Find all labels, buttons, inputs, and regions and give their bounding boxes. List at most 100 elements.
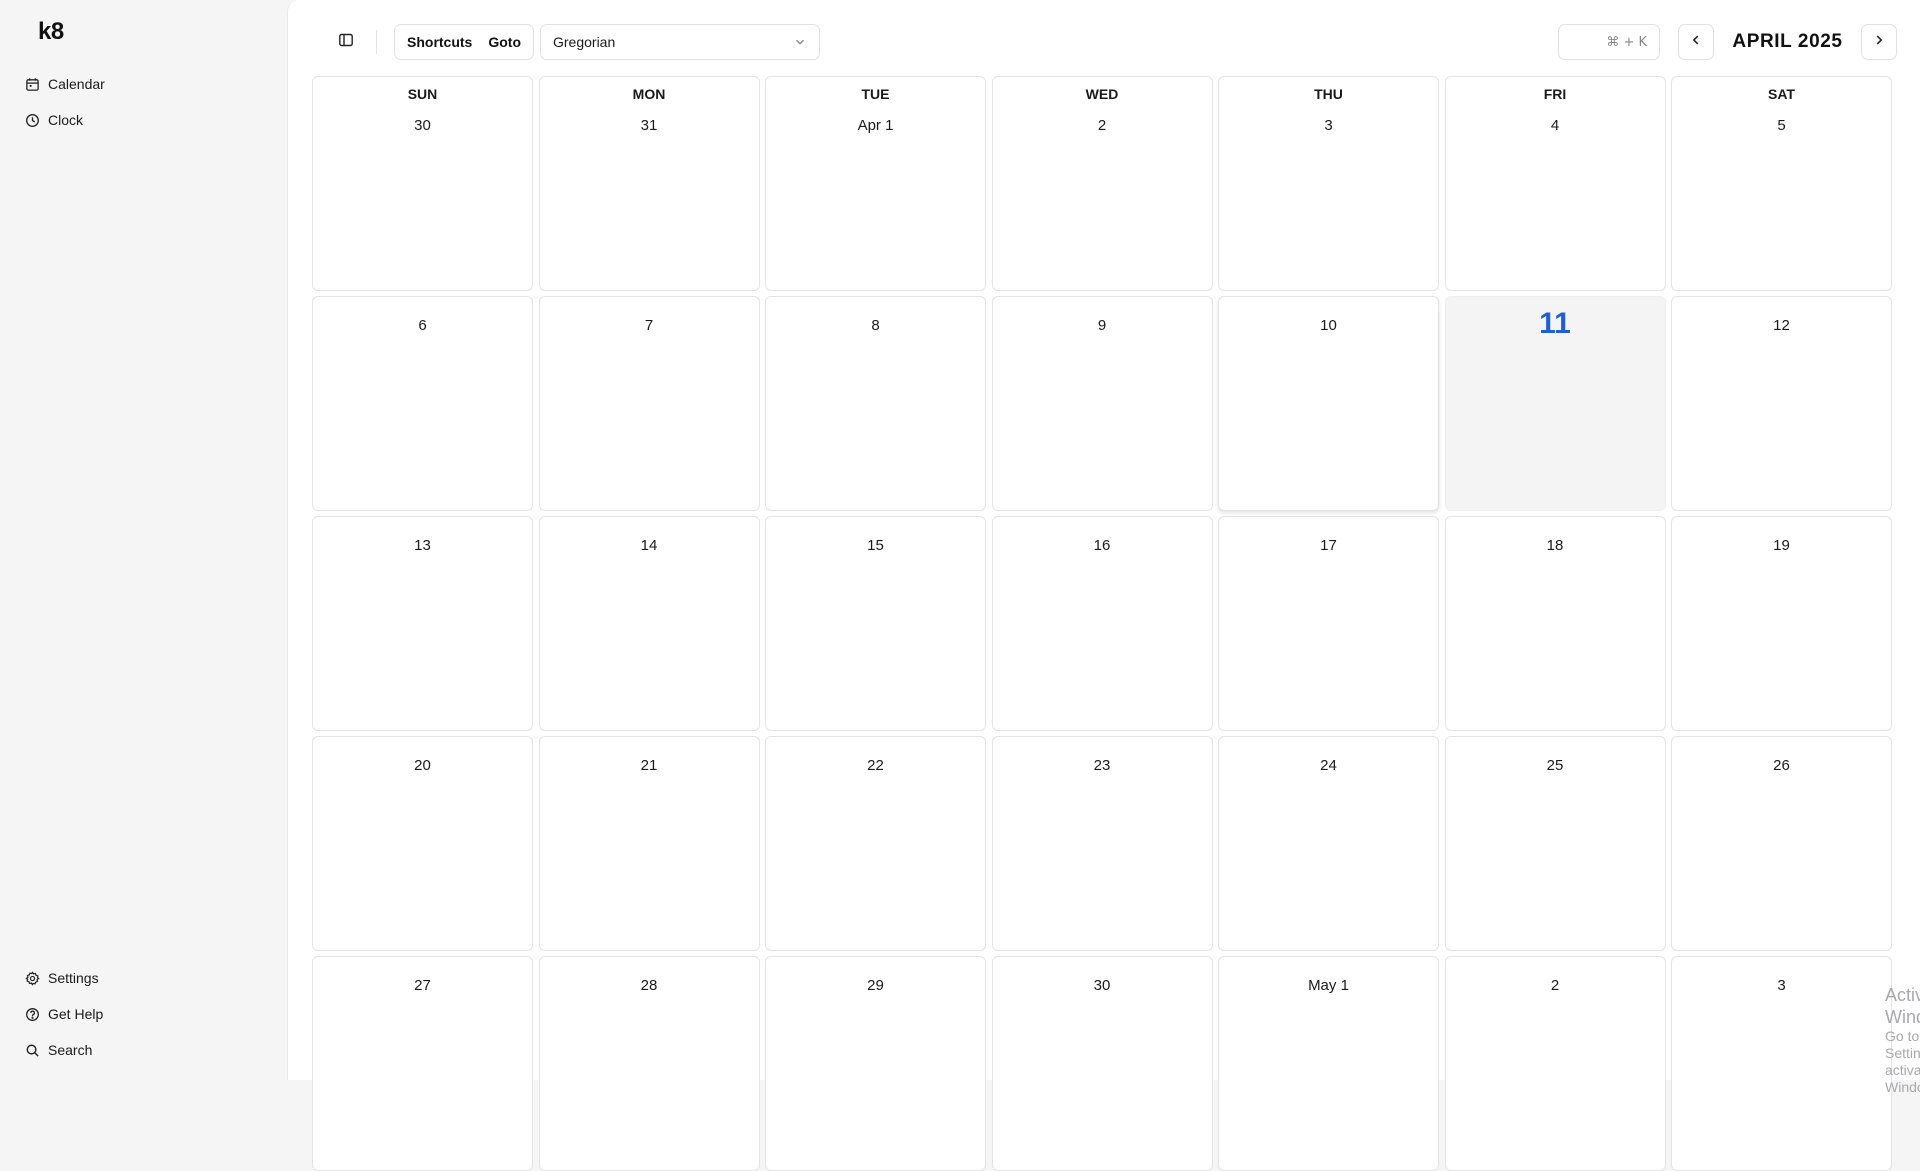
sidebar-toggle-button[interactable] — [328, 24, 364, 60]
app-root: k8 Calendar Clock Settings Get Help Sear… — [0, 0, 1920, 1171]
calendar-day-cell-today[interactable]: 11 — [1444, 296, 1666, 511]
calendar-day-cell[interactable]: 23 — [991, 736, 1213, 951]
day-number: 30 — [1093, 977, 1111, 994]
next-month-button[interactable] — [1861, 24, 1897, 60]
day-number: 22 — [867, 757, 884, 774]
day-number: 3 — [1777, 977, 1786, 994]
app-logo: k8 — [38, 18, 64, 45]
calendar-day-cell[interactable]: 17 — [1218, 516, 1439, 731]
weekday-header: MON — [632, 86, 666, 102]
calendar-day-cell[interactable]: 16 — [991, 516, 1213, 731]
calendar-day-cell[interactable]: THU 3 — [1218, 76, 1439, 291]
sidebar-item-label: Search — [48, 1042, 93, 1058]
calendar-day-cell[interactable]: 15 — [765, 516, 986, 731]
day-number: 5 — [1777, 117, 1786, 134]
calendar-day-cell[interactable]: 10 — [1218, 296, 1439, 511]
day-number: 4 — [1550, 117, 1560, 134]
day-number: 18 — [1546, 537, 1564, 554]
calendar-day-cell[interactable]: WED 2 — [991, 76, 1213, 291]
calendar-icon — [25, 77, 40, 92]
day-number: 24 — [1320, 757, 1337, 774]
calendar-day-cell[interactable]: 26 — [1671, 736, 1892, 951]
shortcuts-button[interactable]: Shortcuts — [399, 27, 480, 57]
calendar-day-cell[interactable]: May 1 — [1218, 956, 1439, 1171]
weekday-header: WED — [1085, 86, 1119, 102]
windows-activation-watermark: Activate Windows Go to Settings to activ… — [1885, 985, 1920, 1095]
today-day-number: 11 — [1539, 307, 1571, 340]
day-number: 12 — [1773, 317, 1790, 334]
panel-left-icon — [338, 32, 354, 53]
calendar-system-select[interactable]: Gregorian — [540, 24, 820, 60]
calendar-day-cell[interactable]: 8 — [765, 296, 986, 511]
sidebar-item-clock[interactable]: Clock — [16, 102, 271, 138]
calendar-day-cell[interactable]: 2 — [1444, 956, 1666, 1171]
day-number: 8 — [871, 317, 880, 334]
watermark-subtitle: Go to Settings to activate Windows. — [1885, 1028, 1920, 1095]
calendar-day-cell[interactable]: 19 — [1671, 516, 1892, 731]
calendar-day-cell[interactable]: 29 — [765, 956, 986, 1171]
previous-month-button[interactable] — [1678, 24, 1714, 60]
sidebar-item-get-help[interactable]: Get Help — [16, 996, 271, 1032]
calendar-day-cell[interactable]: SUN 30 — [312, 76, 533, 291]
sidebar-item-label: Settings — [48, 970, 99, 986]
day-number: May 1 — [1308, 977, 1349, 994]
calendar-day-cell[interactable]: SAT 5 — [1671, 76, 1892, 291]
calendar-day-cell[interactable]: MON 31 — [538, 76, 760, 291]
gear-icon — [25, 970, 40, 986]
weekday-header: FRI — [1543, 86, 1567, 102]
calendar-day-cell[interactable]: TUE Apr 1 — [765, 76, 986, 291]
day-number: 20 — [414, 757, 431, 774]
calendar-day-cell[interactable]: 6 — [312, 296, 533, 511]
sidebar-nav-top: Calendar Clock — [16, 66, 271, 138]
calendar-day-cell[interactable]: FRI 4 — [1444, 76, 1666, 291]
calendar-day-cell[interactable]: 14 — [538, 516, 760, 731]
sidebar-nav-bottom: Settings Get Help Search — [16, 960, 271, 1068]
main-panel: Shortcuts Goto Gregorian ⌘ + K APRIL 202… — [287, 0, 1920, 1171]
calendar-day-cell[interactable]: 3 — [1671, 956, 1892, 1171]
day-number: Apr 1 — [857, 117, 894, 134]
calendar-day-cell[interactable]: 22 — [765, 736, 986, 951]
day-number: 14 — [640, 537, 658, 554]
sidebar-item-search[interactable]: Search — [16, 1032, 271, 1068]
weekday-header: TUE — [861, 86, 890, 102]
day-number: 19 — [1773, 537, 1790, 554]
day-number: 28 — [640, 977, 658, 994]
calendar-day-cell[interactable]: 13 — [312, 516, 533, 731]
calendar-day-cell[interactable]: 25 — [1444, 736, 1666, 951]
day-number: 2 — [1097, 117, 1107, 134]
month-title: APRIL 2025 — [1732, 31, 1843, 52]
chevron-left-icon — [1689, 33, 1703, 52]
calendar-system-value: Gregorian — [553, 34, 616, 50]
calendar-day-cell[interactable]: 9 — [991, 296, 1213, 511]
search-shortcut-hint: ⌘ + K — [1606, 34, 1647, 50]
toolbar-divider — [376, 30, 377, 54]
day-number: 25 — [1546, 757, 1564, 774]
day-number: 6 — [418, 317, 427, 334]
day-number: 29 — [867, 977, 884, 994]
calendar-day-cell[interactable]: 30 — [991, 956, 1213, 1171]
sidebar-item-label: Get Help — [48, 1006, 104, 1022]
day-number: 15 — [867, 537, 884, 554]
day-number: 21 — [640, 757, 658, 774]
calendar-day-cell[interactable]: 12 — [1671, 296, 1892, 511]
sidebar-item-label: Calendar — [48, 76, 105, 92]
calendar-day-cell[interactable]: 24 — [1218, 736, 1439, 951]
calendar-day-cell[interactable]: 27 — [312, 956, 533, 1171]
day-number: 10 — [1320, 317, 1337, 334]
day-number: 7 — [644, 317, 654, 334]
goto-button[interactable]: Goto — [480, 27, 529, 57]
day-number: 3 — [1324, 117, 1333, 134]
calendar-day-cell[interactable]: 21 — [538, 736, 760, 951]
day-number: 31 — [640, 117, 658, 134]
sidebar-item-settings[interactable]: Settings — [16, 960, 271, 996]
calendar-grid: SUN 30 MON 31 TUE Apr 1 WED 2 THU 3 FRI 4 SAT 5… — [312, 76, 1896, 1171]
sidebar-item-label: Clock — [48, 112, 84, 128]
sidebar-item-calendar[interactable]: Calendar — [16, 66, 271, 102]
calendar-day-cell[interactable]: 28 — [538, 956, 760, 1171]
calendar-day-cell[interactable]: 7 — [538, 296, 760, 511]
calendar-day-cell[interactable]: 20 — [312, 736, 533, 951]
command-search-button[interactable]: ⌘ + K — [1558, 24, 1660, 60]
day-number: 9 — [1097, 317, 1107, 334]
calendar-day-cell[interactable]: 18 — [1444, 516, 1666, 731]
sidebar: k8 Calendar Clock Settings Get Help Sear… — [0, 0, 287, 1080]
